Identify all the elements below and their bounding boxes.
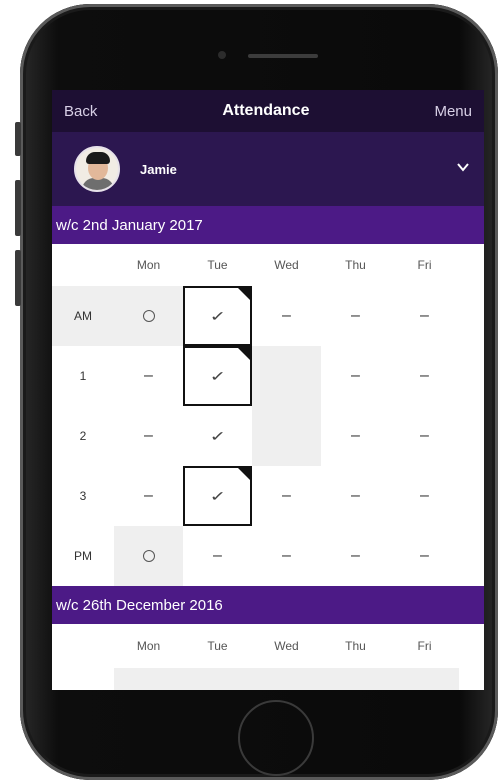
attendance-cell[interactable]: – <box>321 346 390 406</box>
tick-icon: ✓ <box>209 367 226 384</box>
attendance-cell[interactable] <box>390 668 459 690</box>
dash-icon: – <box>213 547 222 564</box>
attendance-cell[interactable] <box>183 668 252 690</box>
day-header-row: Mon Tue Wed Thu Fri <box>52 624 484 668</box>
week-header: w/c 2nd January 2017 <box>52 206 484 244</box>
period-row: 1 – ✓ – – <box>52 346 484 406</box>
dash-icon: – <box>282 547 291 564</box>
period-label: 3 <box>79 489 87 503</box>
dash-icon: – <box>420 547 429 564</box>
tick-icon: ✓ <box>209 307 226 324</box>
attendance-cell[interactable]: – <box>114 406 183 466</box>
dash-icon: – <box>420 487 429 504</box>
attendance-cell[interactable]: – <box>321 406 390 466</box>
day-header: Thu <box>345 258 366 272</box>
attendance-cell[interactable] <box>114 286 183 346</box>
week-header: w/c 26th December 2016 <box>52 586 484 624</box>
attendance-cell[interactable]: – <box>390 466 459 526</box>
dash-icon: – <box>144 427 153 444</box>
period-row: 3 – ✓ – – – <box>52 466 484 526</box>
attendance-cell[interactable]: – <box>252 286 321 346</box>
chevron-down-icon[interactable] <box>456 160 470 174</box>
dash-icon: – <box>351 427 360 444</box>
dash-icon: – <box>351 547 360 564</box>
circle-icon <box>142 310 155 322</box>
day-header: Wed <box>274 639 299 653</box>
home-button[interactable] <box>238 700 314 776</box>
dash-icon: – <box>282 307 291 324</box>
tick-icon: ✓ <box>209 427 226 444</box>
nav-bar: Back Attendance Menu <box>52 90 484 132</box>
page-title: Attendance <box>222 102 310 119</box>
attendance-cell[interactable]: ✓ <box>183 466 252 526</box>
app-screen: Back Attendance Menu Jamie w/c 2nd Janua… <box>52 90 484 690</box>
dash-icon: – <box>144 367 153 384</box>
avatar <box>74 146 120 192</box>
attendance-cell[interactable] <box>252 668 321 690</box>
volume-down-button <box>15 250 21 306</box>
day-header: Mon <box>136 639 161 653</box>
period-row: PM – – – – <box>52 526 484 586</box>
attendance-cell[interactable] <box>252 346 321 406</box>
attendance-cell[interactable]: ✓ <box>183 406 252 466</box>
attendance-cell[interactable] <box>252 406 321 466</box>
day-header-row: Mon Tue Wed Thu Fri <box>52 244 484 286</box>
attendance-cell[interactable]: – <box>390 286 459 346</box>
corner-cell <box>52 244 114 286</box>
attendance-cell[interactable]: – <box>252 466 321 526</box>
attendance-cell[interactable]: – <box>390 346 459 406</box>
attendance-cell[interactable]: – <box>183 526 252 586</box>
dash-icon: – <box>351 487 360 504</box>
front-camera <box>218 51 226 59</box>
mute-switch <box>15 122 21 156</box>
attendance-cell[interactable]: – <box>390 406 459 466</box>
attendance-cell[interactable]: – <box>321 286 390 346</box>
day-header: Tue <box>207 639 228 653</box>
back-button[interactable]: Back <box>64 103 97 120</box>
day-header: Fri <box>417 639 432 653</box>
user-selector[interactable]: Jamie <box>52 132 484 206</box>
tick-icon: ✓ <box>209 487 226 504</box>
day-header: Wed <box>274 258 299 272</box>
dash-icon: – <box>351 367 360 384</box>
dash-icon: – <box>351 307 360 324</box>
attendance-cell[interactable]: – <box>114 466 183 526</box>
attendance-cell[interactable]: – <box>114 346 183 406</box>
attendance-grid: Mon Tue Wed Thu Fri AM ✓ – – – 1 – ✓ – –… <box>52 244 484 586</box>
attendance-cell[interactable] <box>321 668 390 690</box>
dash-icon: – <box>144 487 153 504</box>
volume-up-button <box>15 180 21 236</box>
period-row: AM ✓ – – – <box>52 286 484 346</box>
period-label: 1 <box>79 369 87 383</box>
circle-icon <box>142 550 155 562</box>
period-row <box>52 668 484 690</box>
dash-icon: – <box>420 427 429 444</box>
period-label: AM <box>52 286 114 346</box>
attendance-cell[interactable]: – <box>321 466 390 526</box>
attendance-grid: Mon Tue Wed Thu Fri <box>52 624 484 690</box>
attendance-cell[interactable]: – <box>252 526 321 586</box>
attendance-cell[interactable]: – <box>390 526 459 586</box>
dash-icon: – <box>282 487 291 504</box>
day-header: Tue <box>207 258 228 272</box>
period-row: 2 – ✓ – – <box>52 406 484 466</box>
period-label <box>52 668 114 690</box>
menu-button[interactable]: Menu <box>434 103 472 120</box>
dash-icon: – <box>420 307 429 324</box>
period-label: PM <box>74 549 92 563</box>
day-header: Fri <box>417 258 432 272</box>
day-header: Mon <box>136 258 161 272</box>
day-header: Thu <box>345 639 366 653</box>
attendance-cell[interactable]: ✓ <box>183 286 252 346</box>
period-label: 2 <box>79 429 87 443</box>
attendance-cell[interactable] <box>114 668 183 690</box>
corner-cell <box>52 624 114 668</box>
earpiece-speaker <box>248 54 318 58</box>
attendance-cell[interactable]: – <box>321 526 390 586</box>
attendance-cell[interactable] <box>114 526 183 586</box>
user-name: Jamie <box>140 161 177 177</box>
attendance-cell[interactable]: ✓ <box>183 346 252 406</box>
dash-icon: – <box>420 367 429 384</box>
